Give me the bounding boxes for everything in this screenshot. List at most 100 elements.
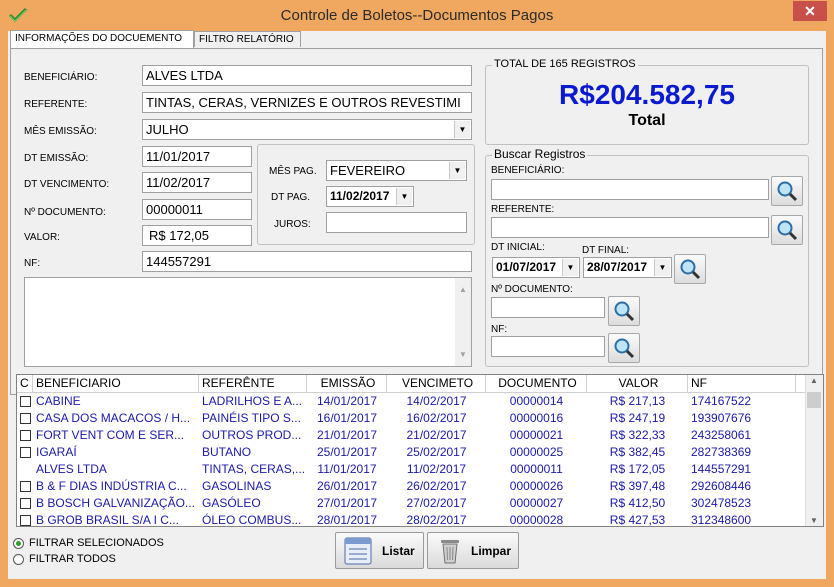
column-header[interactable]: DOCUMENTO [486,375,587,392]
cell-valor: R$ 322,33 [609,428,666,442]
cell-beneficiario: CABINE [36,394,81,408]
chevron-down-icon[interactable]: ▼ [459,345,467,364]
chevron-up-icon[interactable]: ▲ [459,280,467,299]
listar-button[interactable]: Listar [335,532,424,569]
nf-label: NF: [24,258,41,269]
filter-all-label: FILTRAR TODOS [29,553,116,565]
chevron-down-icon[interactable]: ▼ [449,162,465,179]
tab-filtro-relatorio[interactable]: FILTRO RELATÓRIO [194,31,301,47]
search-beneficiario-label: BENEFICIÁRIO: [491,165,565,176]
cell-beneficiario: CASA DOS MACACOS / H... [36,411,191,425]
dt-vencimento-field[interactable]: 11/02/2017 [142,172,252,193]
search-referente-input[interactable] [491,217,769,238]
notes-scrollbar[interactable]: ▲ ▼ [455,278,471,366]
juros-field[interactable] [326,212,467,233]
cell-vencimento: 11/02/2017 [406,462,467,476]
cell-emissao: 27/01/2017 [316,496,378,510]
search-nf-input[interactable] [491,336,605,357]
search-n-documento-button[interactable] [608,296,640,326]
search-nf-button[interactable] [608,333,640,363]
cell-nf: 193907676 [691,411,752,425]
juros-label: JUROS: [274,219,311,230]
referente-field[interactable]: TINTAS, CERAS, VERNIZES E OUTROS REVESTI… [142,92,472,113]
search-n-documento-input[interactable] [491,297,605,318]
referente-label: REFERENTE: [24,99,88,110]
mes-emissao-select[interactable]: JULHO ▼ [142,119,472,140]
table-row[interactable]: B & F DIAS INDÚSTRIA C... GASOLINAS 26/01/… [17,478,807,495]
dt-final-label: DT FINAL: [582,245,630,256]
search-beneficiario-button[interactable] [771,176,803,206]
cell-vencimento: 21/02/2017 [406,428,467,442]
cell-referente: GASOLINAS [202,479,272,493]
search-referente-label: REFERENTE: [491,204,555,215]
valor-field[interactable]: R$ 172,05 [142,225,252,246]
mes-emissao-label: MÊS EMISSÃO: [24,126,97,137]
nf-field[interactable]: 144557291 [142,251,472,272]
filter-selected-radio[interactable] [13,538,24,549]
title-bar: Controle de Boletos--Documentos Pagos ✕ [0,0,834,31]
search-nf-label: NF: [491,324,508,335]
notes-textarea[interactable]: ▲ ▼ [24,277,472,367]
tab-informacoes[interactable]: INFORMAÇÕES DO DOCUEMENTO [10,30,194,48]
n-documento-label: Nº DOCUMENTO: [24,207,106,218]
chevron-down-icon[interactable]: ▼ [810,516,818,525]
beneficiario-field[interactable]: ALVES LTDA [142,65,472,86]
dt-inicial-label: DT INICIAL: [491,242,545,253]
column-header[interactable]: VENCIMETO [387,375,486,392]
filter-all-radio[interactable] [13,554,24,565]
cell-documento: 00000027 [509,496,564,510]
table-row[interactable]: CASA DOS MACACOS / H... PAINÉIS TIPO S...… [17,410,807,427]
row-checkbox[interactable] [20,413,31,424]
column-header[interactable]: BENEFICIARIO [33,375,199,392]
column-header[interactable]: REFERÊNTE [199,375,307,392]
client-area: INFORMAÇÕES DO DOCUEMENTO FILTRO RELATÓR… [8,30,826,579]
cell-beneficiario: B & F DIAS INDÚSTRIA C... [36,479,187,493]
table-row[interactable]: IGARAÍ BUTANO 25/01/2017 25/02/2017 00000025… [17,444,807,461]
grid-scrollbar[interactable]: ▲ ▼ [805,375,823,526]
scroll-thumb[interactable] [807,392,821,408]
row-checkbox[interactable] [20,498,31,509]
chevron-down-icon[interactable]: ▼ [454,121,470,138]
cell-beneficiario: B GROB BRASIL S/A I C... [36,513,179,527]
search-beneficiario-input[interactable] [491,179,769,200]
table-row[interactable]: ALVES LTDA TINTAS, CERAS,... 11/01/2017 11/… [17,461,807,478]
cell-vencimento: 14/02/2017 [406,394,467,408]
column-header[interactable]: C [17,375,33,392]
dt-emissao-field[interactable]: 11/01/2017 [142,146,252,167]
column-header[interactable]: EMISSÃO [307,375,387,392]
n-documento-field[interactable]: 00000011 [142,199,252,220]
dt-pag-picker[interactable]: 11/02/2017 ▼ [326,186,414,207]
chevron-down-icon[interactable]: ▼ [396,188,412,205]
search-dates-button[interactable] [674,254,706,284]
cell-emissao: 28/01/2017 [316,513,378,527]
cell-documento: 00000011 [510,462,563,476]
cell-referente: OUTROS PROD... [202,428,302,442]
app-window: Controle de Boletos--Documentos Pagos ✕ … [0,0,834,587]
dt-inicial-picker[interactable]: 01/07/2017 ▼ [492,257,580,278]
chevron-down-icon[interactable]: ▼ [562,259,578,276]
cell-nf: 144557291 [691,462,752,476]
mes-pag-select[interactable]: FEVEREIRO ▼ [326,160,467,181]
search-referente-button[interactable] [771,215,803,245]
table-row[interactable]: CABINE LADRILHOS E A... 14/01/2017 14/02/20… [17,393,807,410]
column-header[interactable]: NF [688,375,796,392]
limpar-button[interactable]: Limpar [427,532,519,569]
row-checkbox[interactable] [20,515,31,526]
column-header[interactable]: VALOR [587,375,688,392]
table-row[interactable]: FORT VENT COM E SER... OUTROS PROD... 21/0… [17,427,807,444]
cell-referente: TINTAS, CERAS,... [202,462,306,476]
chevron-down-icon[interactable]: ▼ [654,259,670,276]
magnifier-icon [614,338,635,359]
cell-valor: R$ 247,19 [609,411,666,425]
dt-final-picker[interactable]: 28/07/2017 ▼ [583,257,672,278]
close-button[interactable]: ✕ [793,1,827,21]
chevron-up-icon[interactable]: ▲ [810,376,818,385]
cell-vencimento: 26/02/2017 [406,479,467,493]
table-row[interactable]: B BOSCH GALVANIZAÇÃO... GASÓLEO 27/01/2017… [17,495,807,512]
row-checkbox[interactable] [20,447,31,458]
table-row[interactable]: B GROB BRASIL S/A I C... ÓLEO COMBUS... 28… [17,512,807,527]
search-n-documento-label: Nº DOCUMENTO: [491,284,573,295]
row-checkbox[interactable] [20,481,31,492]
row-checkbox[interactable] [20,430,31,441]
row-checkbox[interactable] [20,396,31,407]
